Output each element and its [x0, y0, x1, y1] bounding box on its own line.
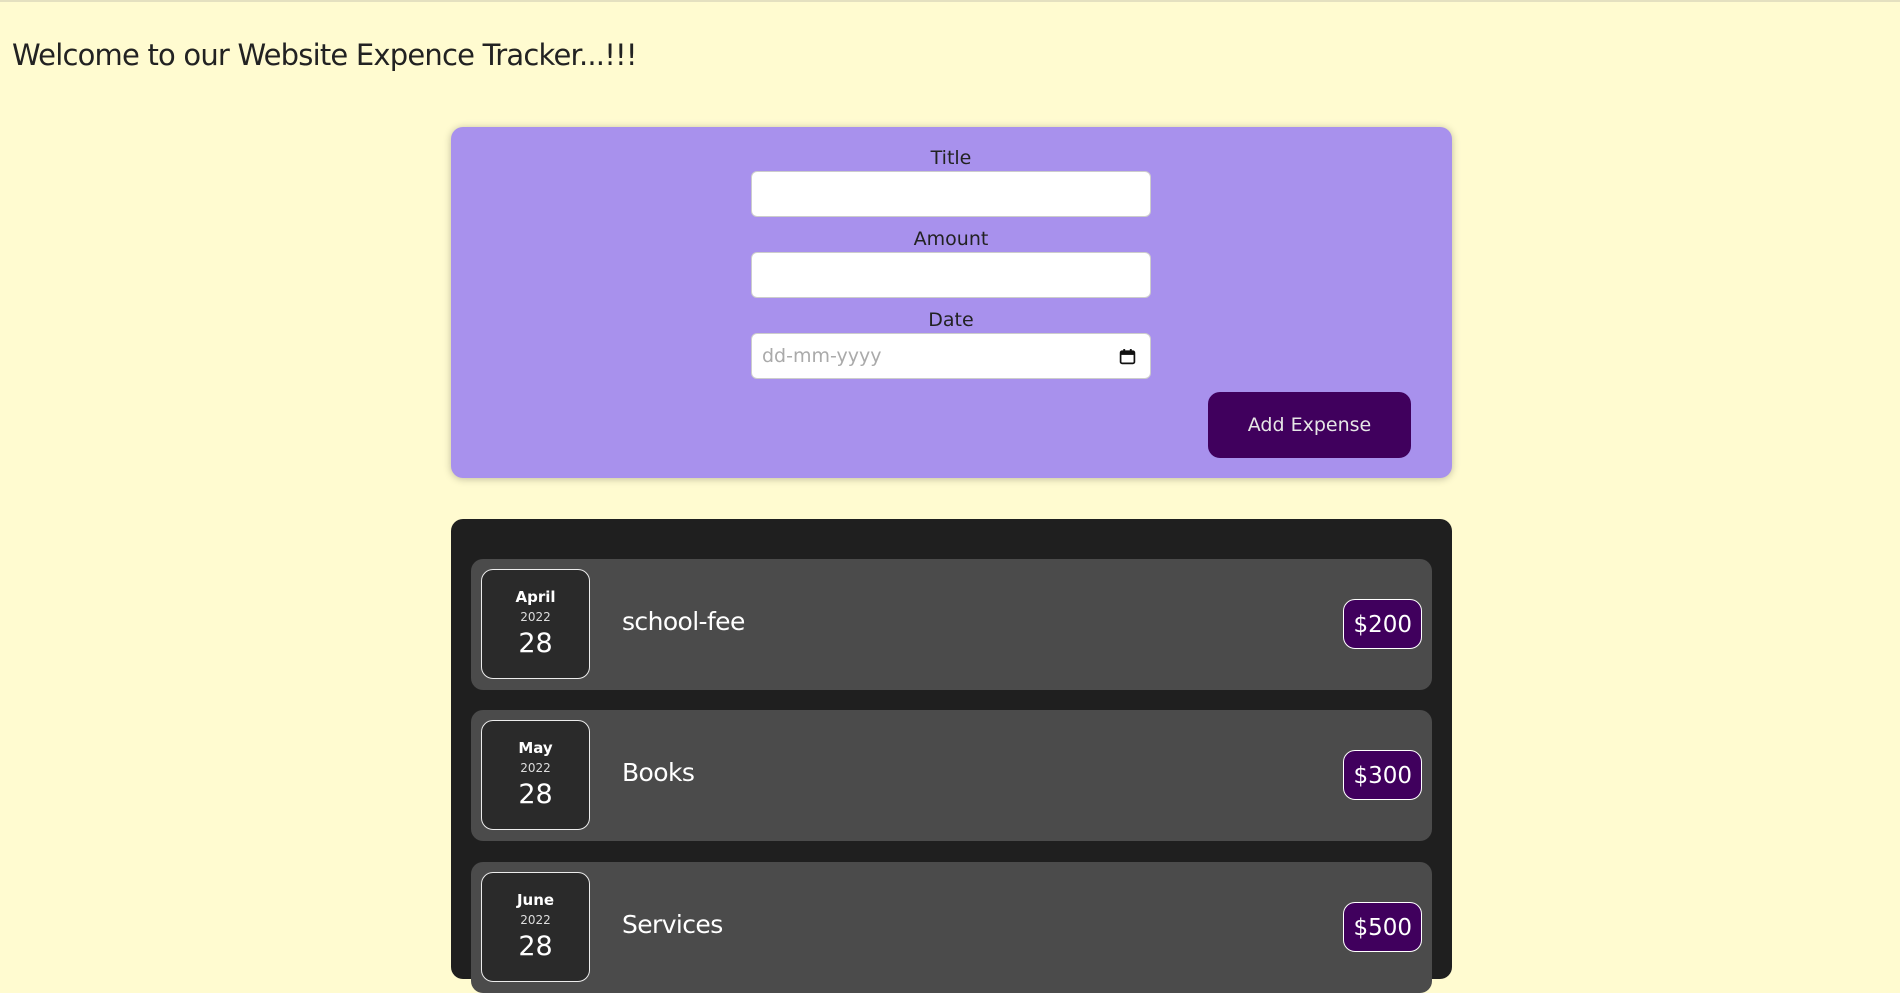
expense-date: May 2022 28 — [481, 720, 590, 830]
title-field: Title — [751, 146, 1151, 217]
title-input[interactable] — [751, 171, 1151, 217]
expense-item[interactable]: May 2022 28 Books $300 — [471, 710, 1432, 841]
expense-title: Services — [622, 910, 723, 939]
expense-amount: $300 — [1343, 750, 1422, 800]
date-label: Date — [928, 309, 974, 331]
amount-field: Amount — [751, 227, 1151, 298]
page-title: Welcome to our Website Expence Tracker..… — [12, 38, 638, 72]
expense-day: 28 — [518, 931, 553, 962]
expense-year: 2022 — [520, 761, 551, 775]
calendar-icon[interactable] — [1119, 348, 1136, 365]
expense-title: school-fee — [622, 607, 745, 636]
expense-date: April 2022 28 — [481, 569, 590, 679]
expense-month: April — [515, 588, 556, 606]
expense-list: April 2022 28 school-fee $200 May 2022 2… — [451, 519, 1452, 993]
expense-item[interactable]: June 2022 28 Services $500 — [471, 862, 1432, 993]
add-expense-button[interactable]: Add Expense — [1208, 392, 1411, 458]
title-label: Title — [930, 147, 972, 169]
date-field: Date dd-mm-yyyy — [751, 308, 1151, 379]
expense-item[interactable]: April 2022 28 school-fee $200 — [471, 559, 1432, 690]
expense-title: Books — [622, 758, 695, 787]
expense-day: 28 — [518, 779, 553, 810]
expense-date: June 2022 28 — [481, 872, 590, 982]
expense-month: June — [516, 891, 555, 909]
expense-day: 28 — [518, 628, 553, 659]
expense-month: May — [518, 739, 553, 757]
expense-amount: $200 — [1343, 599, 1422, 649]
expense-year: 2022 — [520, 913, 551, 927]
top-border — [0, 0, 1900, 2]
expense-amount: $500 — [1343, 902, 1422, 952]
date-placeholder: dd-mm-yyyy — [762, 345, 882, 367]
expense-year: 2022 — [520, 610, 551, 624]
date-input[interactable]: dd-mm-yyyy — [751, 333, 1151, 379]
amount-input[interactable] — [751, 252, 1151, 298]
amount-label: Amount — [913, 228, 989, 250]
new-expense-form: Title Amount Date dd-mm-yyyy Add Expense — [451, 127, 1452, 478]
